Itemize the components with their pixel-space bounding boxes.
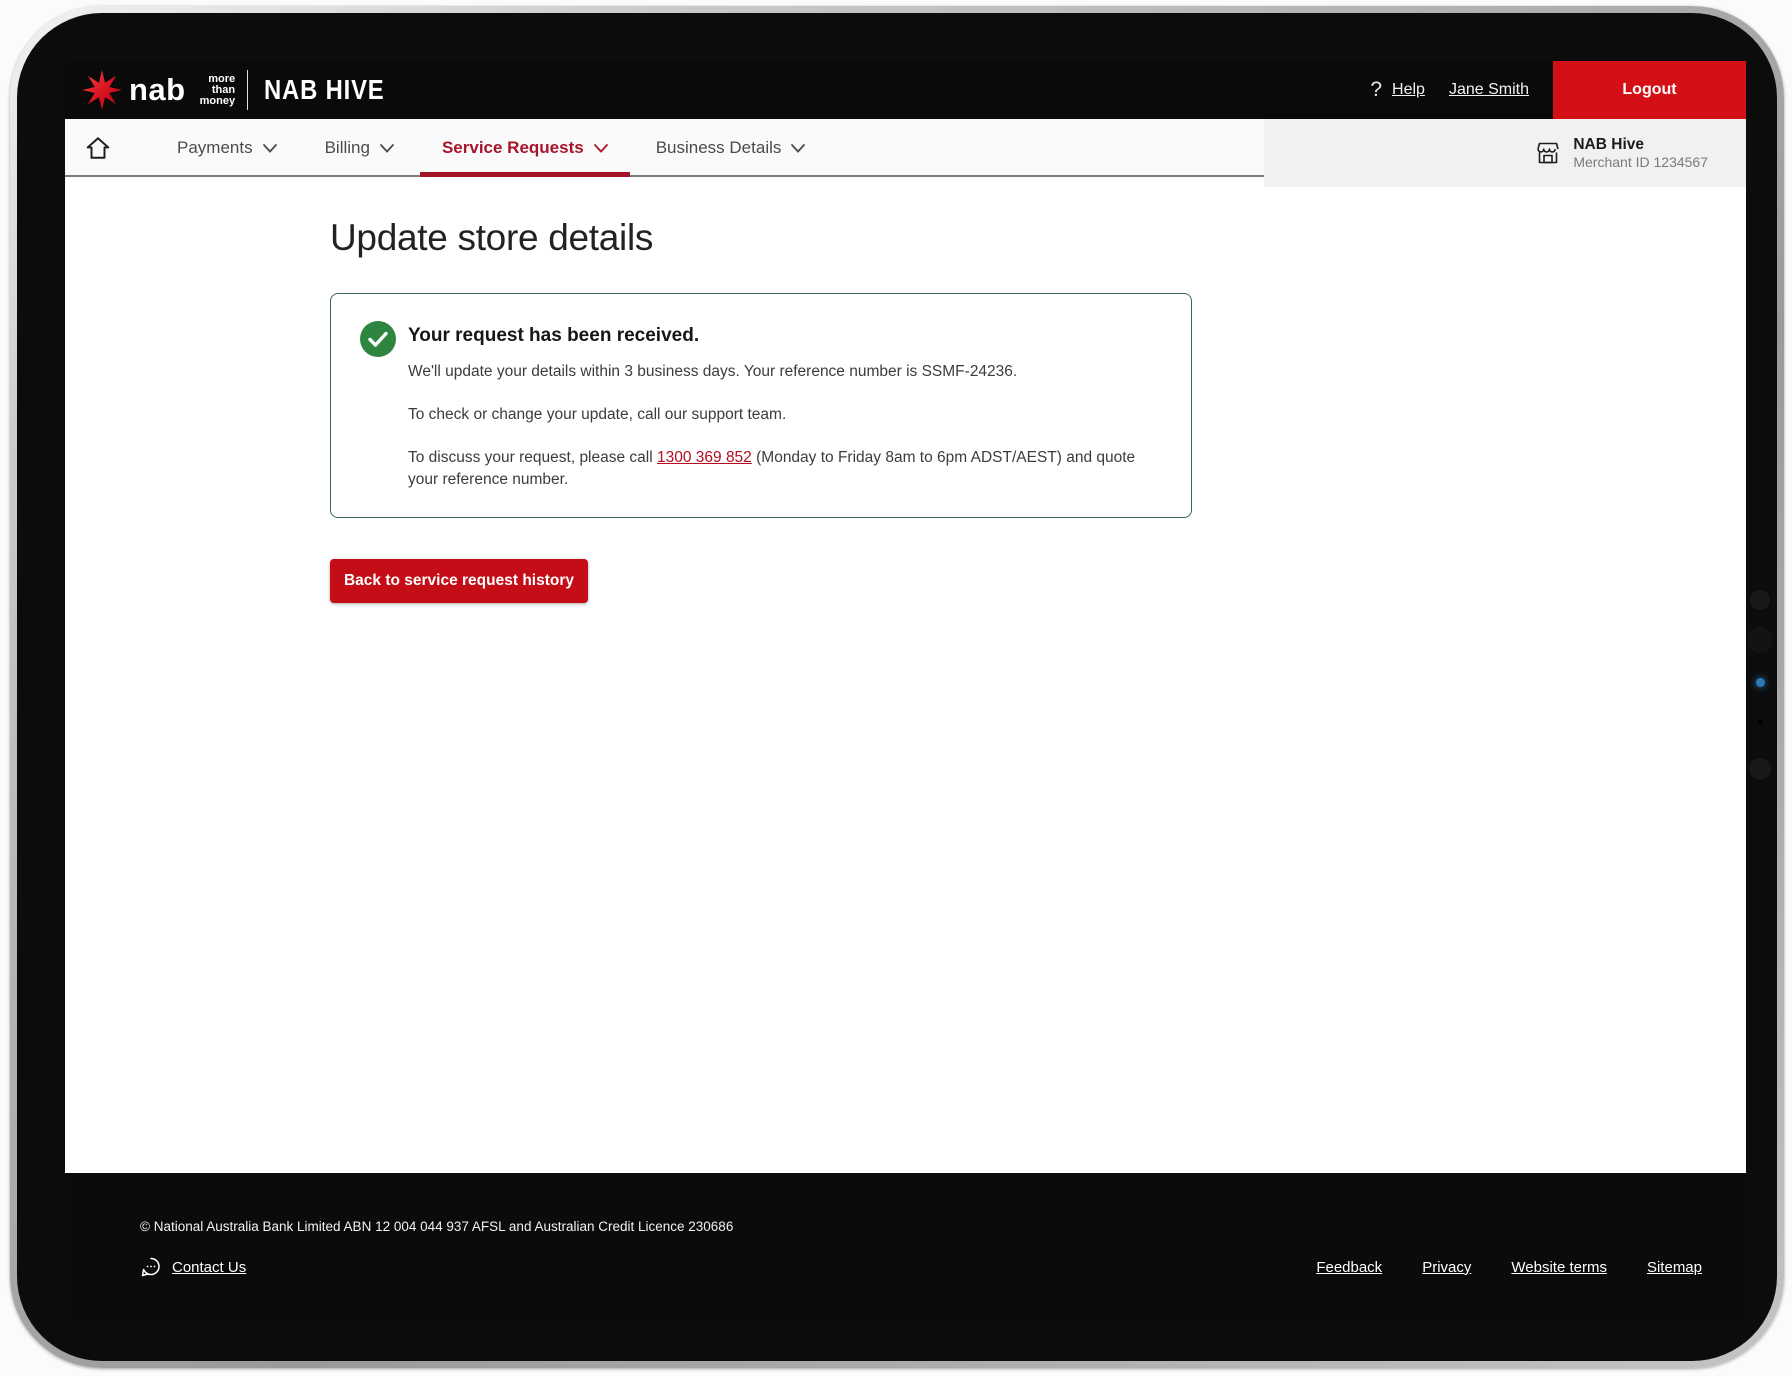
check-circle-icon (360, 321, 396, 357)
help-link[interactable]: Help (1392, 81, 1425, 99)
nav-item-service-requests[interactable]: Service Requests (418, 119, 632, 177)
nav-label: Billing (324, 138, 370, 157)
copyright-text: © National Australia Bank Limited ABN 12… (140, 1219, 734, 1234)
main-content: Update store details Your request has be… (65, 177, 1746, 1173)
header-actions: ? Help Jane Smith Logout (1370, 61, 1746, 119)
alert-body: Your request has been received. We'll up… (408, 320, 1161, 491)
nav-label: Business Details (655, 138, 782, 157)
alert-line-1: We'll update your details within 3 busin… (408, 363, 1018, 380)
phone-link[interactable]: 1300 369 852 (657, 449, 752, 466)
footer-row: Contact Us Feedback Privacy Website term… (140, 1256, 1702, 1278)
chevron-down-icon (380, 143, 394, 153)
nab-tagline: more than money (199, 72, 236, 107)
success-alert: Your request has been received. We'll up… (330, 293, 1192, 518)
nav-item-billing[interactable]: Billing (301, 119, 418, 177)
merchant-name: NAB Hive (1573, 136, 1644, 153)
camera-lens (1747, 627, 1773, 653)
speech-bubble-icon (141, 1257, 160, 1277)
contact-us-label: Contact Us (172, 1258, 247, 1276)
storefront-icon (1537, 142, 1560, 164)
alert-line-2: To check or change your update, call our… (408, 406, 787, 423)
tablet-frame: nab more than money NAB HIVE ? Help Jane… (10, 6, 1784, 1368)
chevron-down-icon (791, 143, 806, 153)
footer-link-privacy[interactable]: Privacy (1422, 1259, 1471, 1276)
brand-divider (247, 70, 249, 110)
nab-logo-icon (82, 70, 122, 110)
alert-line-3-prefix: To discuss your request, please call (408, 449, 657, 466)
app-screen: nab more than money NAB HIVE ? Help Jane… (65, 61, 1746, 1323)
tagline-line: more (208, 72, 236, 85)
nab-wordmark: nab (129, 72, 186, 107)
footer-links: Feedback Privacy Website terms Sitemap (1316, 1259, 1702, 1276)
sensor-dot-2 (1749, 758, 1771, 780)
app-title: NAB HIVE (264, 74, 385, 105)
nav-label: Payments (177, 138, 253, 157)
nav-item-business-details[interactable]: Business Details (632, 119, 830, 177)
mic-dot (1758, 720, 1763, 725)
chevron-down-icon (593, 143, 608, 153)
logout-button[interactable]: Logout (1553, 61, 1746, 119)
footer-link-sitemap[interactable]: Sitemap (1647, 1259, 1702, 1276)
sensor-dot (1750, 590, 1770, 610)
alert-heading: Your request has been received. (408, 325, 700, 346)
top-header-bar: nab more than money NAB HIVE ? Help Jane… (65, 61, 1746, 119)
footer-link-website-terms[interactable]: Website terms (1511, 1259, 1607, 1276)
nav-item-payments[interactable]: Payments (153, 119, 301, 177)
merchant-text: NAB Hive Merchant ID 1234567 (1573, 135, 1708, 171)
footer-link-feedback[interactable]: Feedback (1316, 1259, 1382, 1276)
merchant-info-panel: NAB Hive Merchant ID 1234567 (1264, 119, 1746, 187)
nav-label: Service Requests (441, 138, 584, 157)
merchant-id: Merchant ID 1234567 (1573, 154, 1708, 170)
chevron-down-icon (262, 143, 277, 153)
user-profile-link[interactable]: Jane Smith (1449, 81, 1529, 99)
home-icon[interactable] (85, 135, 111, 161)
tablet-bezel: nab more than money NAB HIVE ? Help Jane… (17, 13, 1777, 1361)
help-icon: ? (1370, 78, 1383, 101)
camera-glint (1756, 678, 1765, 687)
alert-line-3: To discuss your request, please call 130… (408, 447, 1161, 491)
back-to-history-button[interactable]: Back to service request history (330, 559, 588, 603)
tagline-line: money (199, 94, 236, 107)
contact-us-link[interactable]: Contact Us (140, 1256, 246, 1278)
tagline-line: than (211, 83, 236, 96)
page-title: Update store details (330, 217, 654, 258)
footer: © National Australia Bank Limited ABN 12… (65, 1173, 1746, 1323)
